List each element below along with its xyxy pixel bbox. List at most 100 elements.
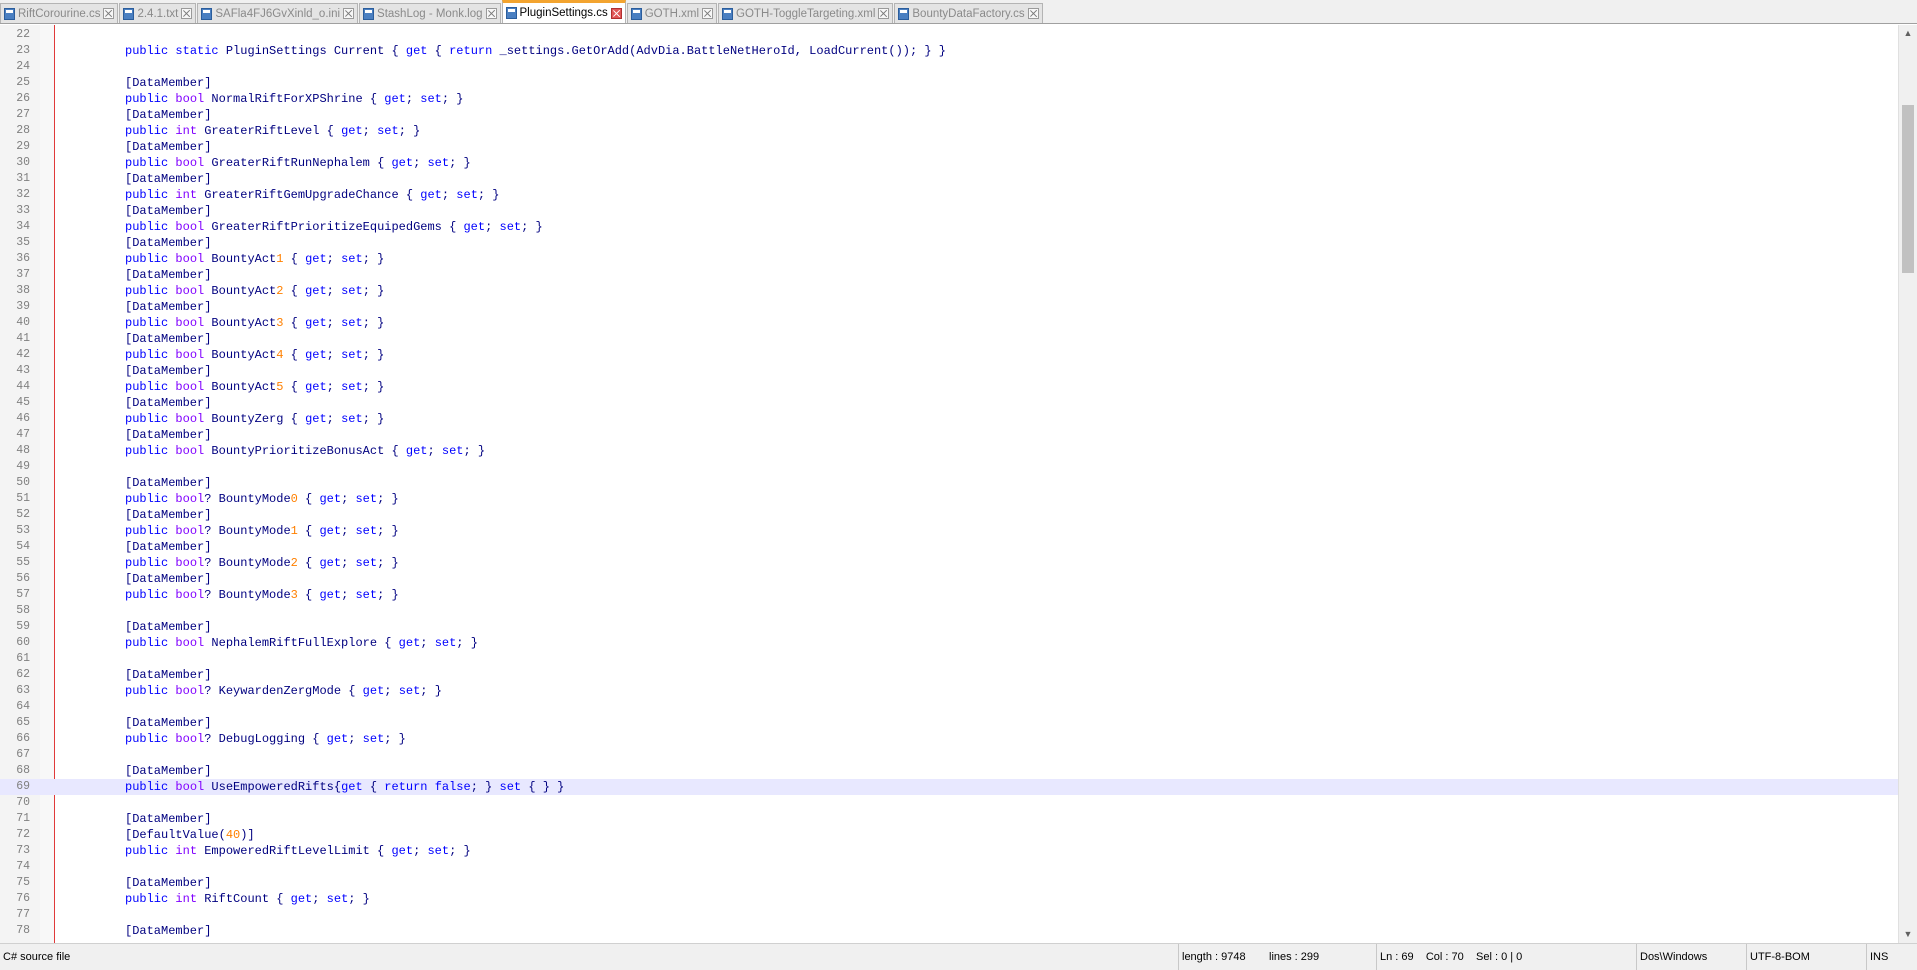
code-line[interactable]: 62 [DataMember] <box>0 667 1898 683</box>
code-line[interactable]: 73 public int EmpoweredRiftLevelLimit { g… <box>0 843 1898 859</box>
code-line[interactable]: 78 [DataMember] <box>0 923 1898 939</box>
code-editor[interactable]: 22 23 public static PluginSettings Current… <box>0 25 1898 943</box>
line-number: 76 <box>16 892 30 905</box>
code-line[interactable]: 40 public bool BountyAct3 { get; set; } <box>0 315 1898 331</box>
code-line[interactable]: 46 public bool BountyZerg { get; set; } <box>0 411 1898 427</box>
code-line[interactable]: 55 public bool? BountyMode2 { get; set; } <box>0 555 1898 571</box>
tab-2[interactable]: SAFla4FJ6GvXinld_o.ini <box>197 3 359 23</box>
code-line[interactable]: 50 [DataMember] <box>0 475 1898 491</box>
scroll-down-arrow-icon[interactable]: ▼ <box>1899 926 1917 943</box>
tab-7[interactable]: BountyDataFactory.cs <box>894 3 1043 23</box>
code-line[interactable]: 38 public bool BountyAct2 { get; set; } <box>0 283 1898 299</box>
status-bar: C# source file length : 9748 lines : 299… <box>0 943 1917 970</box>
code-line[interactable]: 36 public bool BountyAct1 { get; set; } <box>0 251 1898 267</box>
code-line[interactable]: 47 [DataMember] <box>0 427 1898 443</box>
code-line[interactable]: 76 public int RiftCount { get; set; } <box>0 891 1898 907</box>
scroll-up-arrow-icon[interactable]: ▲ <box>1899 25 1917 42</box>
tab-5[interactable]: GOTH.xml <box>626 3 718 23</box>
code-line[interactable]: 52 [DataMember] <box>0 507 1898 523</box>
code-line[interactable]: 58 <box>0 603 1898 619</box>
close-icon[interactable] <box>610 7 622 19</box>
code-line[interactable]: 51 public bool? BountyMode0 { get; set; } <box>0 491 1898 507</box>
code-text: public bool BountyPrioritizeBonusAct { g… <box>125 444 486 458</box>
code-line[interactable]: 34 public bool GreaterRiftPrioritizeEquip… <box>0 219 1898 235</box>
line-number: 67 <box>16 748 30 761</box>
line-number: 70 <box>16 796 30 809</box>
line-number: 58 <box>16 604 30 617</box>
code-line[interactable]: 35 [DataMember] <box>0 235 1898 251</box>
code-text: public bool? BountyMode2 { get; set; } <box>125 556 399 570</box>
code-line[interactable]: 26 public bool NormalRiftForXPShrine { ge… <box>0 91 1898 107</box>
code-line[interactable]: 77 <box>0 907 1898 923</box>
code-line[interactable]: 25 [DataMember] <box>0 75 1898 91</box>
code-line[interactable]: 67 <box>0 747 1898 763</box>
code-line[interactable]: 22 <box>0 27 1898 43</box>
close-icon[interactable] <box>1027 8 1039 19</box>
vertical-scrollbar[interactable]: ▲ ▼ <box>1898 25 1917 943</box>
tab-4[interactable]: PluginSettings.cs <box>501 0 626 23</box>
code-line[interactable]: 66 public bool? DebugLogging { get; set; … <box>0 731 1898 747</box>
code-line[interactable]: 65 [DataMember] <box>0 715 1898 731</box>
close-icon[interactable] <box>878 8 890 19</box>
code-line[interactable]: 28 public int GreaterRiftLevel { get; set… <box>0 123 1898 139</box>
close-icon[interactable] <box>181 8 193 19</box>
code-line[interactable]: 27 [DataMember] <box>0 107 1898 123</box>
line-number: 53 <box>16 524 30 537</box>
code-line[interactable]: 23 public static PluginSettings Current {… <box>0 43 1898 59</box>
file-icon <box>898 7 910 20</box>
close-icon[interactable] <box>103 8 115 19</box>
file-icon <box>505 7 517 19</box>
code-line[interactable]: 31 [DataMember] <box>0 171 1898 187</box>
close-icon[interactable] <box>702 8 714 19</box>
code-line[interactable]: 24 <box>0 59 1898 75</box>
code-line[interactable]: 56 [DataMember] <box>0 571 1898 587</box>
line-number: 34 <box>16 220 30 233</box>
code-text: [DataMember] <box>125 540 212 554</box>
code-text: public bool BountyZerg { get; set; } <box>125 412 385 426</box>
tab-6[interactable]: GOTH-ToggleTargeting.xml <box>718 3 894 23</box>
tab-0[interactable]: RiftCorourine.cs <box>0 3 119 23</box>
code-line[interactable]: 57 public bool? BountyMode3 { get; set; } <box>0 587 1898 603</box>
line-number: 62 <box>16 668 30 681</box>
code-line[interactable]: 54 [DataMember] <box>0 539 1898 555</box>
code-line[interactable]: 41 [DataMember] <box>0 331 1898 347</box>
code-line[interactable]: 39 [DataMember] <box>0 299 1898 315</box>
code-line[interactable]: 69 public bool UseEmpoweredRifts{get { re… <box>0 779 1898 795</box>
line-number: 40 <box>16 316 30 329</box>
code-line[interactable]: 32 public int GreaterRiftGemUpgradeChance… <box>0 187 1898 203</box>
code-line[interactable]: 37 [DataMember] <box>0 267 1898 283</box>
code-line[interactable]: 30 public bool GreaterRiftRunNephalem { g… <box>0 155 1898 171</box>
code-line[interactable]: 75 [DataMember] <box>0 875 1898 891</box>
code-line[interactable]: 49 <box>0 459 1898 475</box>
code-line[interactable]: 74 <box>0 859 1898 875</box>
code-line[interactable]: 72 [DefaultValue(40)] <box>0 827 1898 843</box>
code-line[interactable]: 70 <box>0 795 1898 811</box>
line-number: 61 <box>16 652 30 665</box>
code-line[interactable]: 29 [DataMember] <box>0 139 1898 155</box>
line-number: 63 <box>16 684 30 697</box>
code-line[interactable]: 68 [DataMember] <box>0 763 1898 779</box>
code-line[interactable]: 63 public bool? KeywardenZergMode { get; … <box>0 683 1898 699</box>
code-line[interactable]: 44 public bool BountyAct5 { get; set; } <box>0 379 1898 395</box>
code-line[interactable]: 64 <box>0 699 1898 715</box>
code-line[interactable]: 71 [DataMember] <box>0 811 1898 827</box>
code-line[interactable]: 43 [DataMember] <box>0 363 1898 379</box>
code-line[interactable]: 59 [DataMember] <box>0 619 1898 635</box>
close-icon[interactable] <box>343 8 355 19</box>
code-line[interactable]: 53 public bool? BountyMode1 { get; set; } <box>0 523 1898 539</box>
code-line[interactable]: 60 public bool NephalemRiftFullExplore { … <box>0 635 1898 651</box>
code-line[interactable]: 61 <box>0 651 1898 667</box>
code-text: [DataMember] <box>125 332 212 346</box>
code-line[interactable]: 33 [DataMember] <box>0 203 1898 219</box>
line-number: 28 <box>16 124 30 137</box>
code-text: public bool UseEmpoweredRifts{get { retu… <box>125 780 565 794</box>
line-number: 75 <box>16 876 30 889</box>
code-line[interactable]: 45 [DataMember] <box>0 395 1898 411</box>
line-number: 46 <box>16 412 30 425</box>
code-line[interactable]: 48 public bool BountyPrioritizeBonusAct {… <box>0 443 1898 459</box>
tab-3[interactable]: StashLog - Monk.log <box>359 3 501 23</box>
tab-1[interactable]: 2.4.1.txt <box>119 3 197 23</box>
code-line[interactable]: 42 public bool BountyAct4 { get; set; } <box>0 347 1898 363</box>
close-icon[interactable] <box>485 8 497 19</box>
scrollbar-thumb[interactable] <box>1902 105 1914 273</box>
